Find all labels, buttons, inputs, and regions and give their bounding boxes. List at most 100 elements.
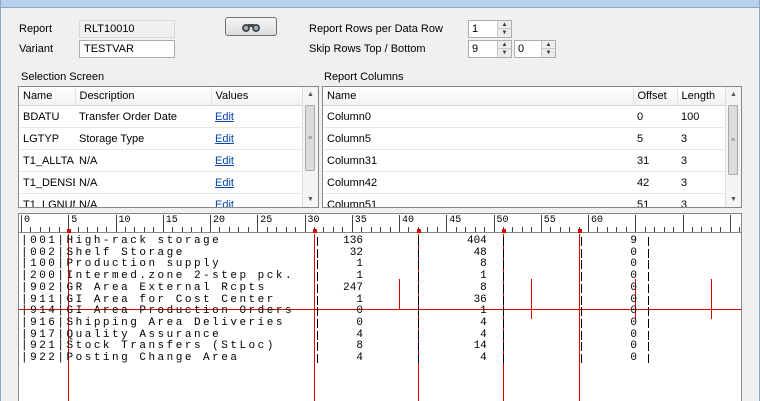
column-pipe xyxy=(316,307,318,317)
edit-link[interactable]: Edit xyxy=(211,127,305,150)
column-header-offset[interactable]: Offset xyxy=(633,87,678,106)
report-field[interactable]: RLT10010 xyxy=(79,20,175,38)
column-pipe xyxy=(316,237,318,246)
spinner-up-icon[interactable]: ▲ xyxy=(498,41,511,49)
edit-link[interactable]: Edit xyxy=(211,105,305,128)
rows-per-data-row-value: 1 xyxy=(472,23,479,35)
table-row[interactable]: LGTYP Storage Type Edit xyxy=(19,127,305,150)
table-row[interactable]: Column51 51 3 xyxy=(323,193,728,207)
column-header-description[interactable]: Description xyxy=(75,87,212,106)
column-header-name[interactable]: Name xyxy=(19,87,76,106)
spinner-arrows[interactable]: ▲ ▼ xyxy=(497,41,511,57)
cell-name: Column0 xyxy=(323,105,633,128)
spinner-arrows[interactable]: ▲ ▼ xyxy=(541,41,555,57)
ruler-tick xyxy=(266,227,268,232)
scroll-down-icon[interactable]: ▼ xyxy=(303,192,318,207)
report-label: Report xyxy=(19,23,53,35)
count-value: 404 xyxy=(466,235,487,247)
table-row[interactable]: T1_DENSE N/A Edit xyxy=(19,171,305,194)
ruler-tick xyxy=(720,227,722,232)
ruler-label: 35 xyxy=(354,215,367,226)
storage-type-code: 902 xyxy=(30,281,58,294)
scroll-down-icon[interactable]: ▼ xyxy=(726,192,741,207)
table-row[interactable]: T1_ALLTA N/A Edit xyxy=(19,149,305,172)
cell-name: Column51 xyxy=(323,193,633,207)
edit-link[interactable]: Edit xyxy=(211,193,305,207)
column-header-length[interactable]: Length xyxy=(677,87,729,106)
ruler-tick xyxy=(399,215,400,232)
ruler-tick xyxy=(257,215,259,232)
ruler-tick xyxy=(219,227,221,232)
scroll-thumb[interactable]: ≡ xyxy=(305,105,315,171)
ruler-tick xyxy=(691,227,693,232)
spinner-down-icon[interactable]: ▼ xyxy=(498,49,511,57)
column-ruler[interactable]: 0 5 10 15 20 25 30 35 40 45 50 55 60 xyxy=(19,214,741,233)
storage-type-text: GR Area External Rcpts xyxy=(66,281,267,294)
column-pipe xyxy=(417,330,419,340)
scroll-thumb[interactable]: ≡ xyxy=(728,105,738,175)
table-row[interactable]: BDATU Transfer Order Date Edit xyxy=(19,105,305,128)
scroll-up-icon[interactable]: ▲ xyxy=(726,87,741,102)
storage-type-text: GI Area Production Orders xyxy=(66,305,295,318)
spinner-down-icon[interactable]: ▼ xyxy=(542,49,555,57)
ruler-marker[interactable] xyxy=(312,229,317,233)
ruler-tick xyxy=(96,227,98,232)
report-preview[interactable]: 0 5 10 15 20 25 30 35 40 45 50 55 60 |001|High-rack … xyxy=(18,213,742,401)
column-pipe xyxy=(417,307,419,317)
table-row[interactable]: Column5 5 3 xyxy=(323,127,728,150)
preview-line: |921|Stock Transfers (StLoc) xyxy=(21,340,276,353)
skip-top-value: 9 xyxy=(472,43,479,55)
variant-field[interactable]: TESTVAR xyxy=(79,40,175,58)
column-pipe xyxy=(647,307,649,317)
edit-link[interactable]: Edit xyxy=(211,171,305,194)
ruler-tick xyxy=(143,227,145,232)
table-row[interactable]: Column0 0 100 xyxy=(323,105,728,128)
report-columns-scrollbar[interactable]: ▲ ≡ ▼ xyxy=(725,87,741,207)
storage-type-code: 917 xyxy=(30,328,58,341)
scroll-up-icon[interactable]: ▲ xyxy=(303,87,318,102)
column-pipe xyxy=(647,295,649,305)
column-separator-line[interactable] xyxy=(502,234,504,401)
ruler-marker[interactable] xyxy=(501,229,506,233)
column-pipe xyxy=(316,330,318,340)
ruler-label: 25 xyxy=(260,215,273,226)
count-value: 136 xyxy=(343,235,363,247)
ruler-tick xyxy=(465,227,467,232)
find-report-button[interactable] xyxy=(225,17,277,36)
column-pipe xyxy=(417,237,419,246)
binoculars-icon xyxy=(242,23,260,32)
count-value: 4 xyxy=(480,328,487,341)
spinner-down-icon[interactable]: ▼ xyxy=(498,29,511,37)
table-row[interactable]: T1_LGNUMN/AEdit xyxy=(19,193,305,207)
column-separator-line[interactable] xyxy=(417,234,419,401)
edit-link[interactable]: Edit xyxy=(211,149,305,172)
selection-screen-scrollbar[interactable]: ▲ ≡ ▼ xyxy=(302,87,318,207)
column-pipe xyxy=(417,248,419,258)
spinner-up-icon[interactable]: ▲ xyxy=(542,41,555,49)
spinner-arrows[interactable]: ▲ ▼ xyxy=(497,21,511,37)
column-header-name[interactable]: Name xyxy=(323,87,634,106)
column-pipe xyxy=(581,272,583,282)
table-row[interactable]: Column31 31 3 xyxy=(323,149,728,172)
column-separator-line[interactable] xyxy=(578,234,580,401)
column-pipe xyxy=(316,248,318,258)
column-header-values[interactable]: Values xyxy=(211,87,306,106)
ruler-marker[interactable] xyxy=(416,229,421,233)
selection-screen-grid[interactable]: Name Description Values BDATU Transfer Or… xyxy=(18,86,319,208)
ruler-tick xyxy=(115,215,117,232)
rows-per-data-row-spinner[interactable]: 1 ▲ ▼ xyxy=(468,20,512,38)
table-row[interactable]: Column42 42 3 xyxy=(323,171,728,194)
rows-per-data-row-label: Report Rows per Data Row xyxy=(309,23,443,35)
report-columns-grid[interactable]: Name Offset Length Column0 0 100 Column5 5 3… xyxy=(322,86,742,208)
ruler-marker[interactable] xyxy=(577,229,582,233)
column-pipe xyxy=(647,283,649,293)
ruler-tick xyxy=(569,227,571,232)
skip-bottom-spinner[interactable]: 0 ▲ ▼ xyxy=(514,40,556,58)
ruler-label: 30 xyxy=(307,215,320,226)
preview-line: |001|High-rack storage xyxy=(21,235,222,247)
ruler-marker[interactable] xyxy=(67,229,72,233)
cell-description: Transfer Order Date xyxy=(75,105,211,128)
spinner-up-icon[interactable]: ▲ xyxy=(498,21,511,29)
skip-top-spinner[interactable]: 9 ▲ ▼ xyxy=(468,40,512,58)
ruler-tick xyxy=(351,215,353,232)
